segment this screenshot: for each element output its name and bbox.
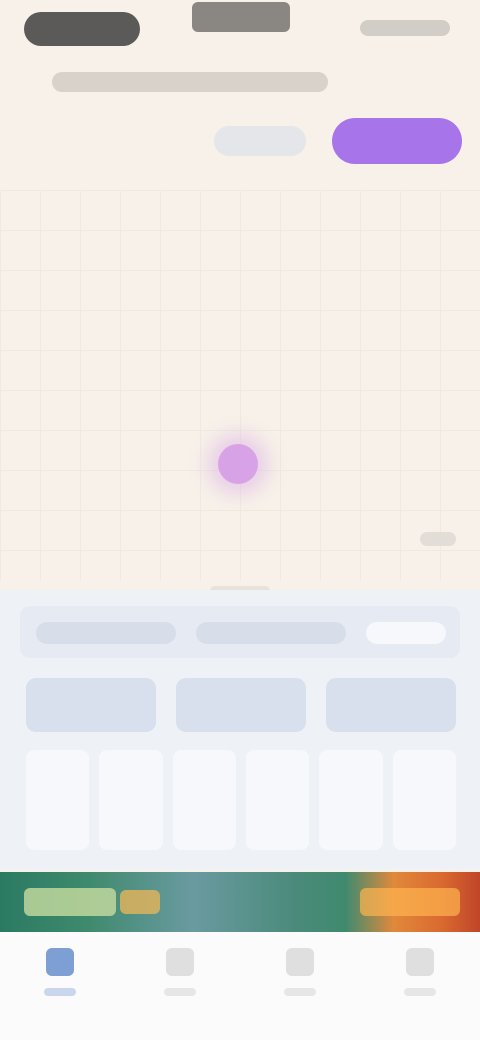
status-icons: [360, 20, 450, 36]
status-time-pill: [24, 12, 140, 46]
option-chip[interactable]: [176, 678, 306, 732]
value-grid: [26, 750, 456, 850]
tab-chart[interactable]: [240, 932, 360, 1040]
canvas-hint: [420, 532, 456, 546]
panel-header: [20, 606, 460, 658]
value-cell[interactable]: [319, 750, 383, 850]
value-cell[interactable]: [392, 750, 456, 850]
canvas-area[interactable]: [0, 190, 480, 580]
tab-label: [164, 988, 196, 996]
option-chip[interactable]: [326, 678, 456, 732]
panel-header-action[interactable]: [366, 622, 446, 644]
bottom-tab-bar: [0, 932, 480, 1040]
chart-icon: [286, 948, 314, 976]
status-bar: [0, 0, 480, 60]
profile-icon: [406, 948, 434, 976]
banner-graphic: [24, 888, 116, 916]
tab-label: [284, 988, 316, 996]
panel-header-text: [36, 622, 176, 644]
bottom-panel: [0, 590, 480, 870]
option-chip[interactable]: [26, 678, 156, 732]
value-cell[interactable]: [245, 750, 310, 850]
tab-profile[interactable]: [360, 932, 480, 1040]
primary-action-button[interactable]: [332, 118, 462, 164]
top-actions: [214, 118, 462, 164]
panel-header-text: [196, 622, 346, 644]
page-subtitle: [52, 72, 328, 92]
home-icon: [46, 948, 74, 976]
tab-label: [44, 988, 76, 996]
banner-graphic: [120, 890, 160, 914]
tab-label: [404, 988, 436, 996]
list-icon: [166, 948, 194, 976]
value-cell[interactable]: [172, 750, 236, 850]
location-marker[interactable]: [218, 444, 258, 484]
tab-list[interactable]: [120, 932, 240, 1040]
tab-home[interactable]: [0, 932, 120, 1040]
banner-graphic: [360, 888, 460, 916]
camera-cutout: [192, 2, 290, 32]
promo-banner[interactable]: [0, 872, 480, 932]
value-cell[interactable]: [99, 750, 163, 850]
value-cell[interactable]: [26, 750, 90, 850]
secondary-action-button[interactable]: [214, 126, 306, 156]
option-chips: [26, 678, 456, 732]
